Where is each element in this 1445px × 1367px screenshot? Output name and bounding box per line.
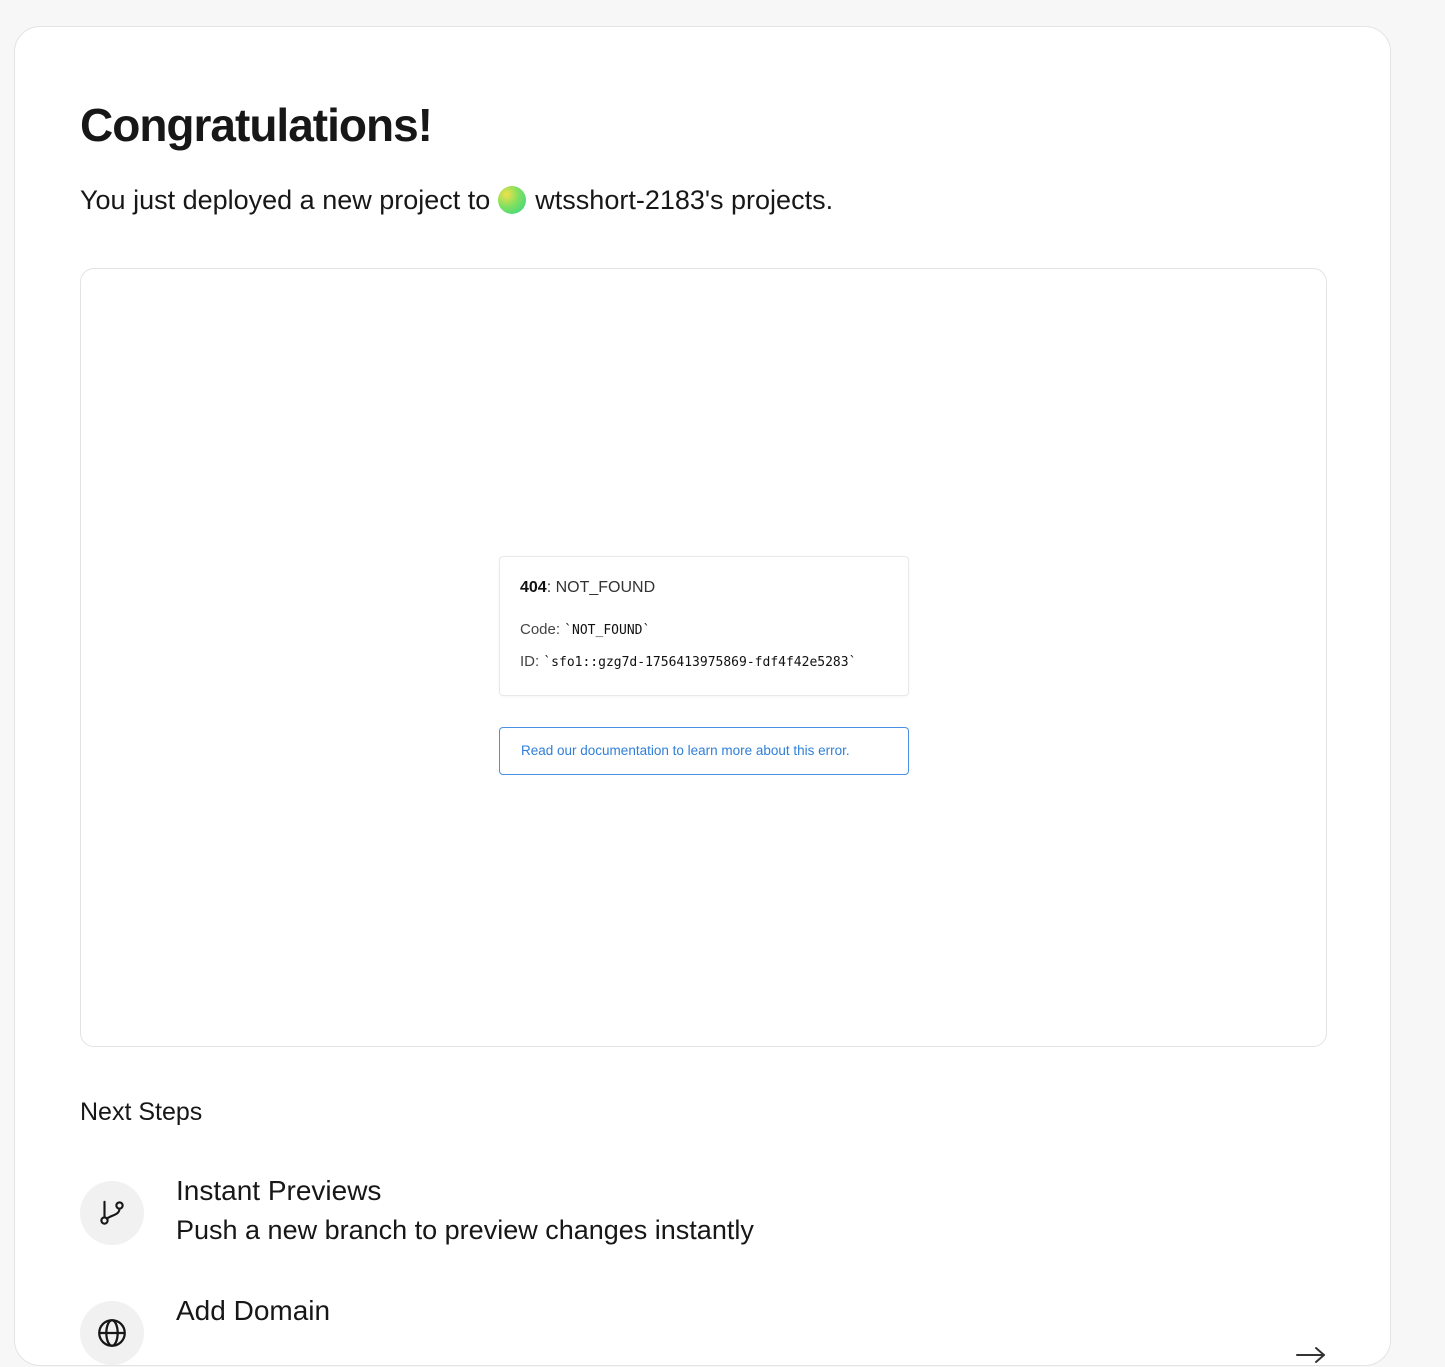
error-box: 404: NOT_FOUND Code: `NOT_FOUND` ID: `sf… (499, 556, 909, 696)
team-avatar (498, 186, 527, 214)
step-description: Push a new branch to preview changes ins… (176, 1215, 754, 1245)
code-label: Code: (520, 621, 565, 638)
step-title: Instant Previews (176, 1175, 382, 1206)
arrow-right-icon (1296, 1347, 1325, 1363)
next-steps-heading: Next Steps (80, 1098, 203, 1126)
step-title: Add Domain (176, 1295, 331, 1326)
step-instant-previews[interactable]: Instant Previews Push a new branch to pr… (80, 1175, 1327, 1247)
git-branch-icon (80, 1181, 144, 1245)
step-add-domain[interactable]: Add Domain (80, 1295, 1327, 1367)
congratulations-card: Congratulations! You just deployed a new… (14, 26, 1391, 1366)
globe-icon (80, 1301, 144, 1365)
id-label: ID: (520, 653, 544, 670)
team-name: wtsshort-2183's projects. (535, 185, 834, 215)
error-id-line: ID: `sfo1::gzg7d-1756413975869-fdf4f42e5… (520, 653, 856, 670)
documentation-link[interactable]: Read our documentation to learn more abo… (499, 727, 909, 775)
error-code-line: Code: `NOT_FOUND` (520, 621, 650, 638)
code-value: `NOT_FOUND` (564, 623, 651, 638)
deployment-preview[interactable]: 404: NOT_FOUND Code: `NOT_FOUND` ID: `sf… (80, 268, 1327, 1047)
page-title: Congratulations! (80, 99, 433, 151)
error-title: 404: NOT_FOUND (520, 579, 655, 597)
error-name: : NOT_FOUND (546, 579, 656, 596)
subtitle-text: You just deployed a new project to (80, 185, 491, 215)
error-code: 404 (520, 579, 547, 596)
deploy-subtitle: You just deployed a new project to wtssh… (80, 183, 833, 217)
id-value: `sfo1::gzg7d-1756413975869-fdf4f42e5283` (543, 655, 857, 670)
